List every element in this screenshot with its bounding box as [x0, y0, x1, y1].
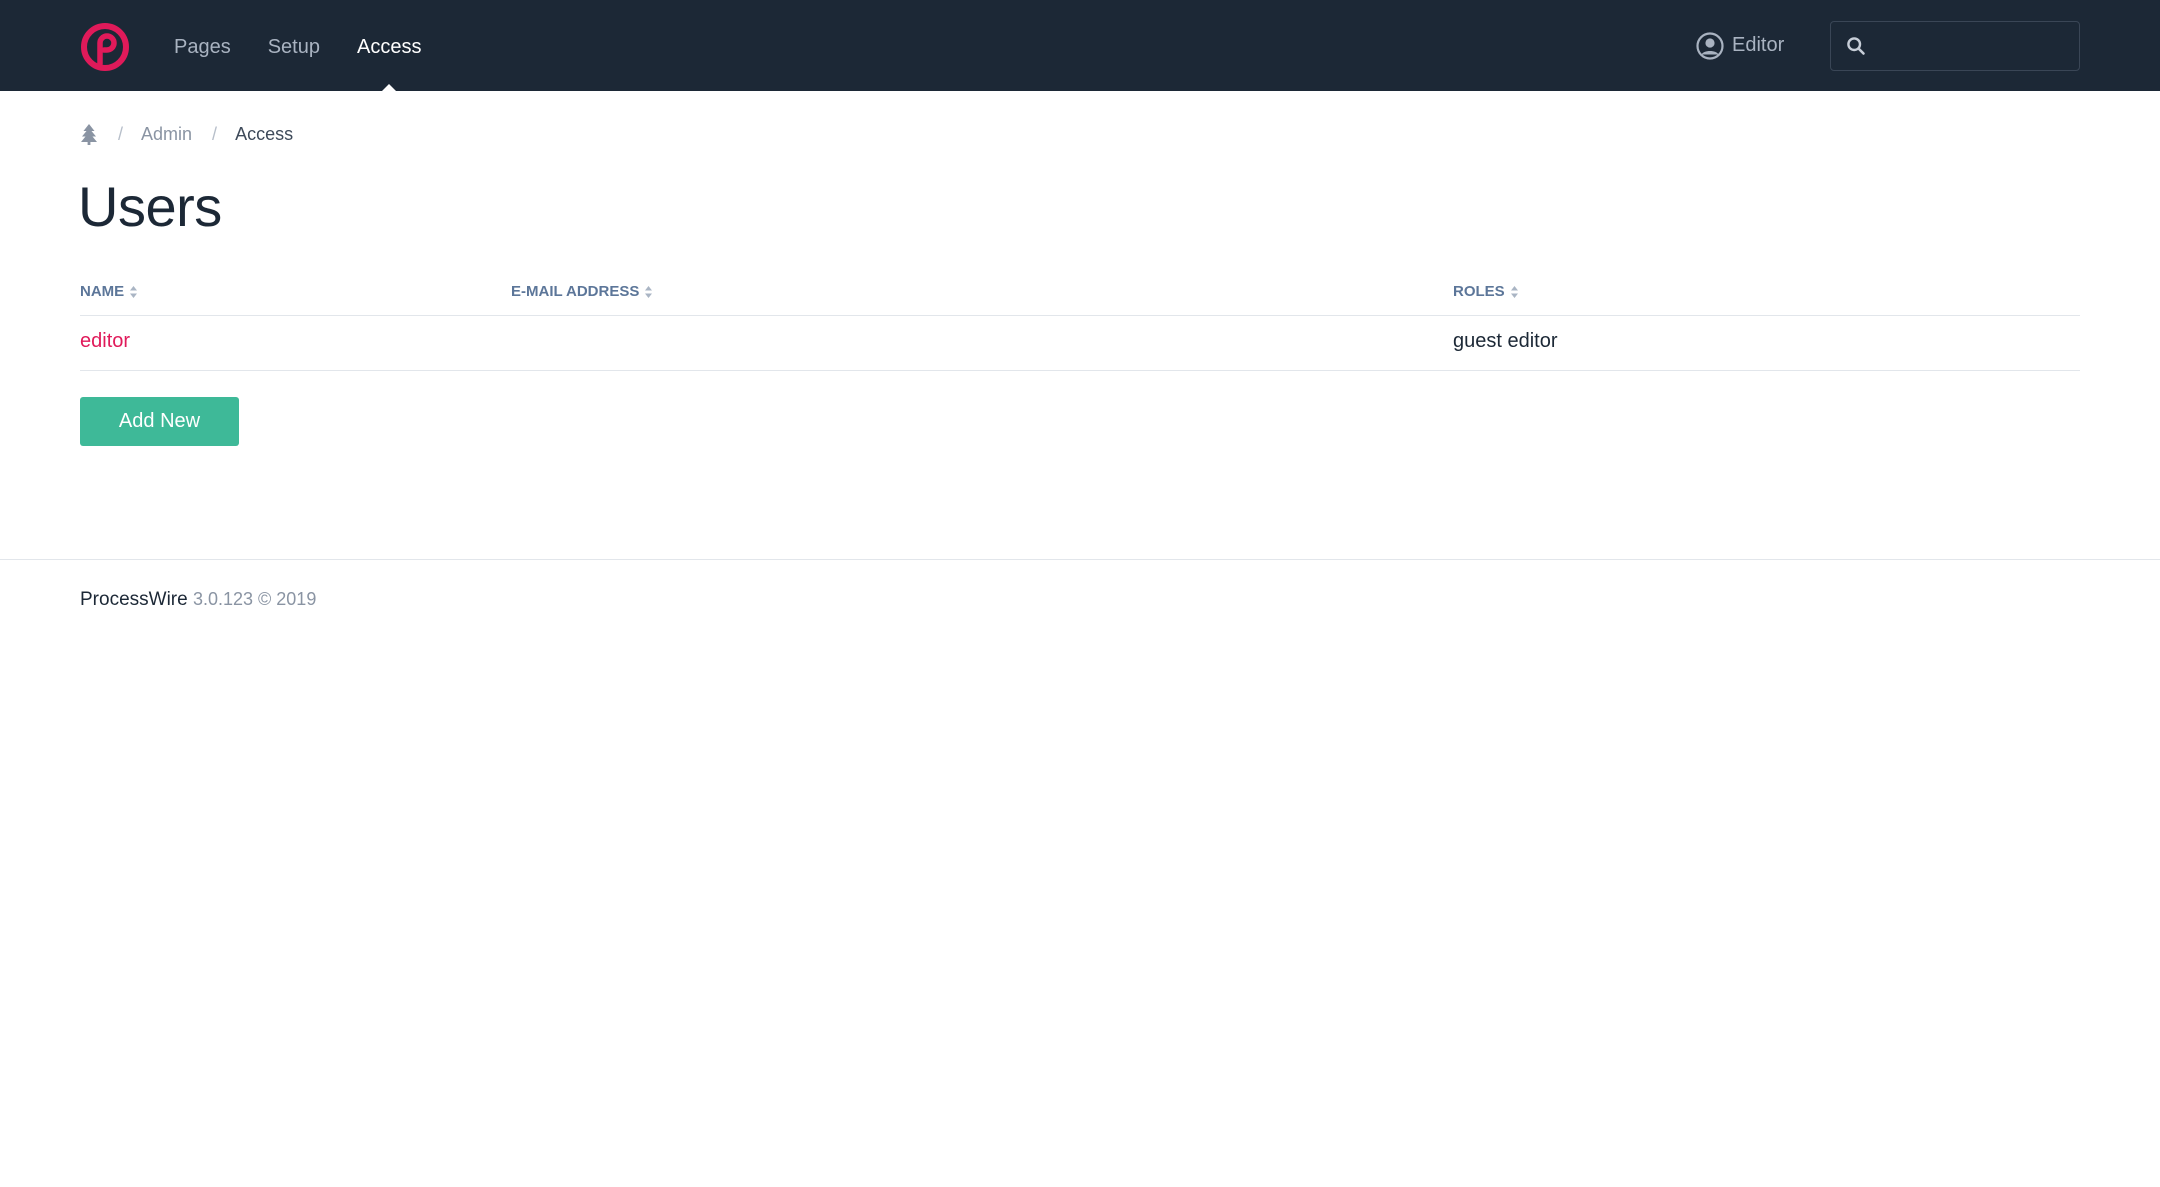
table-header: NAME E-MAIL ADDRESS ROLES [80, 270, 2080, 316]
column-header-email-label: E-MAIL ADDRESS [511, 283, 640, 300]
breadcrumb-home[interactable] [80, 123, 98, 145]
sort-icon [1510, 285, 1518, 298]
footer: ProcessWire 3.0.123 © 2019 [80, 589, 316, 611]
nav-item-setup-label: Setup [267, 36, 320, 58]
footer-divider [0, 559, 2160, 560]
breadcrumb-separator: / [118, 123, 124, 144]
breadcrumb-separator: / [212, 123, 218, 144]
breadcrumb-item-admin[interactable]: Admin [141, 124, 192, 145]
nav-item-access-label: Access [356, 36, 422, 58]
breadcrumb: / Admin / Access [80, 120, 293, 148]
search-icon [1847, 37, 1865, 55]
nav-item-pages[interactable]: Pages [174, 0, 231, 91]
breadcrumb-item-access: Access [235, 123, 294, 144]
user-menu-label: Editor [1732, 34, 1785, 56]
nav-item-setup[interactable]: Setup [268, 0, 320, 91]
footer-version: 3.0.123 © 2019 [192, 589, 317, 609]
top-navbar: Pages Setup Access Editor [0, 0, 2160, 91]
search-box[interactable] [1830, 21, 2080, 71]
active-caret-icon [382, 84, 397, 91]
user-circle-icon [1696, 31, 1724, 60]
search-input[interactable] [1876, 35, 2066, 57]
sort-icon [645, 285, 653, 298]
user-menu[interactable]: Editor [1696, 0, 1784, 91]
users-table: NAME E-MAIL ADDRESS ROLES editor guest e… [80, 270, 2080, 371]
add-new-button[interactable]: Add New [80, 397, 239, 446]
column-header-email[interactable]: E-MAIL ADDRESS [511, 283, 653, 300]
page-title: Users [78, 175, 222, 238]
processwire-logo-icon[interactable] [80, 22, 130, 72]
sort-icon [130, 285, 138, 298]
user-roles-cell: guest editor [1453, 330, 1558, 352]
nav-item-pages-label: Pages [174, 36, 231, 58]
tree-icon [81, 124, 97, 145]
user-name-link[interactable]: editor [80, 330, 130, 353]
footer-brand-link[interactable]: ProcessWire [80, 589, 188, 610]
table-row: editor guest editor [80, 316, 2080, 371]
column-header-roles-label: ROLES [1453, 283, 1505, 300]
column-header-name[interactable]: NAME [80, 283, 138, 300]
main-nav: Pages Setup Access [174, 0, 458, 91]
column-header-roles[interactable]: ROLES [1453, 283, 1519, 300]
column-header-name-label: NAME [80, 283, 125, 300]
nav-item-access[interactable]: Access [357, 0, 421, 91]
